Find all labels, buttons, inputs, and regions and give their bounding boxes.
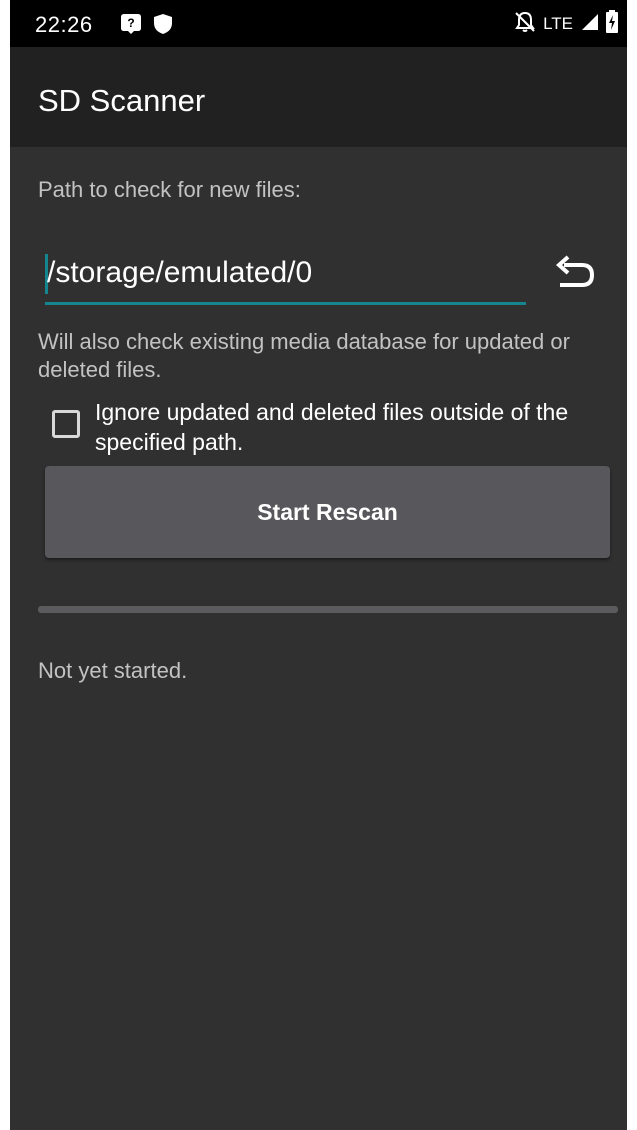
path-input[interactable]: /storage/emulated/0 bbox=[45, 248, 526, 305]
svg-text:?: ? bbox=[127, 16, 134, 30]
shield-icon bbox=[153, 13, 173, 40]
battery-charging-icon bbox=[605, 9, 619, 39]
scan-progress-bar bbox=[38, 606, 618, 613]
do-not-disturb-icon bbox=[513, 10, 537, 39]
reset-path-button[interactable] bbox=[550, 250, 600, 300]
start-rescan-button[interactable]: Start Rescan bbox=[45, 466, 610, 558]
status-bar: 22:26 ? LTE bbox=[10, 0, 627, 47]
scan-status-text: Not yet started. bbox=[38, 658, 188, 683]
signal-icon bbox=[581, 13, 599, 36]
status-icons: LTE bbox=[513, 9, 619, 39]
ignore-outside-label[interactable]: Ignore updated and deleted files outside… bbox=[95, 397, 620, 457]
ignore-outside-checkbox[interactable] bbox=[52, 410, 80, 438]
undo-icon bbox=[554, 255, 596, 296]
status-time: 22:26 bbox=[35, 12, 93, 37]
database-note: Will also check existing media database … bbox=[38, 329, 570, 382]
app-screen: 22:26 ? LTE SD Scanner Path to check for… bbox=[10, 0, 627, 1130]
path-input-value: /storage/emulated/0 bbox=[47, 256, 313, 289]
network-type: LTE bbox=[543, 14, 573, 33]
unknown-app-notification-icon: ? bbox=[120, 13, 142, 40]
path-label: Path to check for new files: bbox=[38, 177, 301, 202]
app-title: SD Scanner bbox=[38, 83, 206, 118]
app-bar: SD Scanner bbox=[10, 47, 627, 147]
